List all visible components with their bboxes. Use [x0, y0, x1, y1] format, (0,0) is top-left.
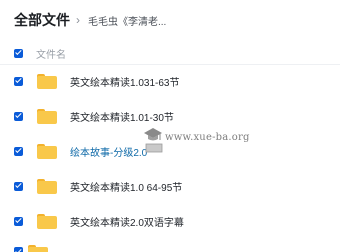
file-row[interactable]: 英文绘本精读2.0双语字幕 — [0, 210, 340, 232]
file-name[interactable]: 英文绘本精读1.031-63节 — [70, 74, 179, 89]
row-checkbox[interactable] — [14, 146, 23, 156]
file-row-partial — [0, 243, 340, 252]
header-divider — [0, 64, 340, 65]
folder-icon — [37, 143, 57, 159]
column-header-filename[interactable]: 文件名 — [36, 46, 66, 61]
file-row[interactable]: 英文绘本精读1.0 64-95节 — [0, 175, 340, 197]
file-row[interactable]: 英文绘本精读1.01-30节 — [0, 105, 340, 127]
row-checkbox[interactable] — [14, 216, 23, 226]
file-name[interactable]: 英文绘本精读1.01-30节 — [70, 109, 174, 124]
row-checkbox[interactable] — [14, 76, 23, 86]
folder-icon — [37, 178, 57, 194]
folder-icon — [37, 213, 57, 229]
breadcrumb-current[interactable]: 毛毛虫《李清老... — [88, 13, 166, 28]
select-all-checkbox[interactable] — [14, 48, 23, 58]
file-name[interactable]: 英文绘本精读1.0 64-95节 — [70, 179, 182, 194]
folder-icon — [37, 73, 57, 89]
row-checkbox[interactable] — [14, 181, 23, 191]
breadcrumb: 全部文件 › 毛毛虫《李清老... — [14, 11, 166, 29]
file-row[interactable]: 英文绘本精读1.031-63节 — [0, 70, 340, 92]
file-name[interactable]: 英文绘本精读2.0双语字幕 — [70, 214, 184, 229]
folder-icon — [28, 245, 48, 252]
file-name[interactable]: 绘本故事-分级2.0 — [70, 144, 147, 159]
list-header: 文件名 — [14, 46, 66, 61]
breadcrumb-separator: › — [76, 13, 80, 27]
file-row[interactable]: 绘本故事-分级2.0 — [0, 140, 340, 162]
breadcrumb-root[interactable]: 全部文件 — [14, 10, 70, 30]
row-checkbox — [14, 247, 23, 252]
folder-icon — [37, 108, 57, 124]
row-checkbox[interactable] — [14, 111, 23, 121]
